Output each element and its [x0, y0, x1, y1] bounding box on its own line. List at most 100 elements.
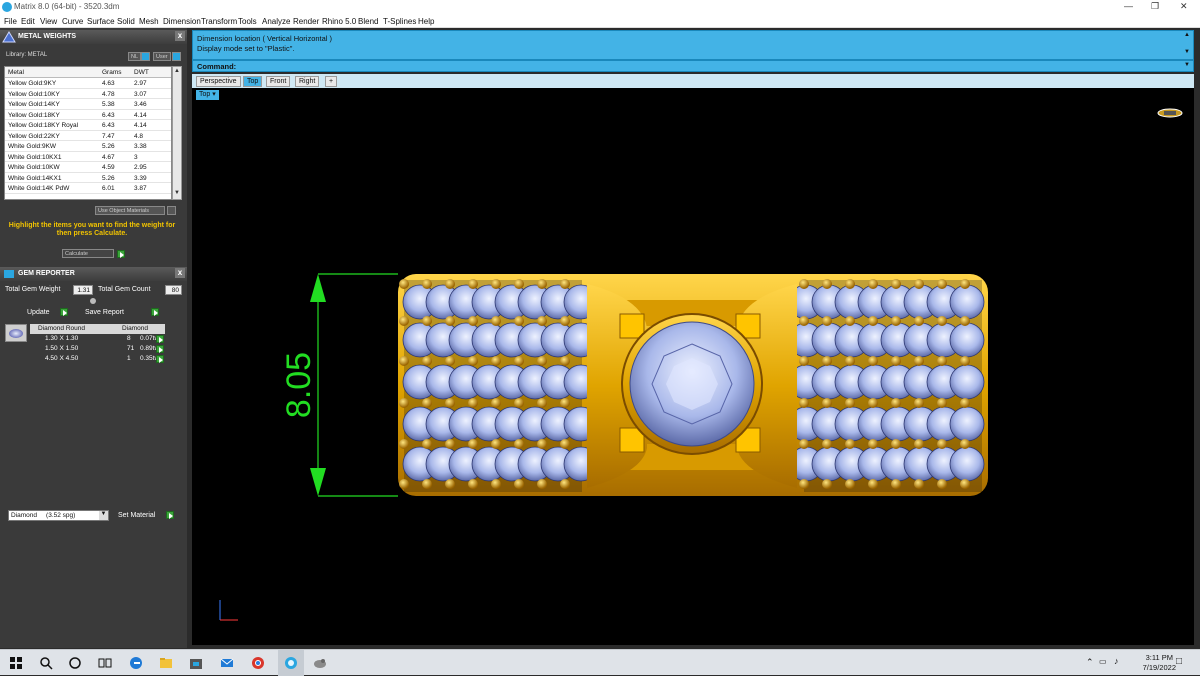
- menu-view[interactable]: View: [40, 17, 57, 26]
- viewport-top[interactable]: Top ▾ 8.05: [192, 88, 1194, 645]
- save-report-button[interactable]: [151, 308, 159, 316]
- menu-dimension[interactable]: Dimension: [163, 17, 201, 26]
- command-dropdown-icon[interactable]: ▼: [1184, 62, 1190, 68]
- rhino-icon[interactable]: [312, 655, 328, 671]
- calculate-button[interactable]: [117, 250, 125, 258]
- notifications-icon[interactable]: □: [1176, 656, 1182, 667]
- menu-help[interactable]: Help: [418, 17, 434, 26]
- close-gem-panel-icon[interactable]: x: [175, 268, 185, 278]
- scroll-down-icon[interactable]: ▼: [173, 190, 181, 198]
- menu-surface[interactable]: Surface: [87, 17, 115, 26]
- gem-row-select-button[interactable]: [156, 355, 164, 363]
- gold-bead: [445, 439, 455, 449]
- column-diamond-round[interactable]: Diamond Round: [38, 325, 85, 332]
- add-tab-icon[interactable]: +: [325, 76, 338, 87]
- mail-icon[interactable]: [219, 655, 235, 671]
- metal-row[interactable]: White Gold:14K PdW 6.01 3.87: [5, 183, 171, 194]
- tab-perspective[interactable]: Perspective: [196, 76, 241, 87]
- menu-blend[interactable]: Blend: [358, 17, 378, 26]
- chevron-down-icon[interactable]: ▼: [99, 511, 108, 520]
- gem-row[interactable]: 1.30 X 1.30 8 0.07tw: [30, 334, 165, 344]
- windows-start-icon[interactable]: [8, 655, 24, 671]
- close-icon[interactable]: ✕: [1180, 1, 1188, 12]
- gold-bead: [822, 479, 832, 489]
- metal-row[interactable]: White Gold:14KX1 5.26 3.39: [5, 173, 171, 183]
- use-object-materials-button[interactable]: Use Object Materials: [95, 206, 165, 215]
- user-button[interactable]: User: [153, 52, 171, 61]
- gem-row[interactable]: 1.50 X 1.50 71 0.89tw: [30, 344, 165, 354]
- menu-curve[interactable]: Curve: [62, 17, 83, 26]
- use-object-materials-toggle[interactable]: [167, 206, 176, 215]
- menu-edit[interactable]: Edit: [21, 17, 35, 26]
- store-icon[interactable]: [188, 655, 204, 671]
- set-material-button[interactable]: [166, 511, 174, 519]
- metal-row[interactable]: Yellow Gold:22KY 7.47 4.8: [5, 131, 171, 141]
- gem-thumbnail[interactable]: [5, 324, 27, 342]
- scroll-down-icon[interactable]: ▼: [1184, 49, 1190, 55]
- user-toggle[interactable]: [172, 52, 181, 61]
- task-view-icon[interactable]: [97, 655, 113, 671]
- menu-render[interactable]: Render: [293, 17, 319, 26]
- command-line[interactable]: Command: ▼: [192, 60, 1194, 72]
- chevron-up-icon[interactable]: ⌃: [1086, 657, 1094, 668]
- metal-row[interactable]: White Gold:10KX1 4.67 3: [5, 152, 171, 162]
- ring-model[interactable]: 8.05: [192, 88, 1194, 645]
- search-icon[interactable]: [38, 655, 54, 671]
- close-panel-icon[interactable]: x: [175, 31, 185, 41]
- tab-front[interactable]: Front: [266, 76, 291, 87]
- menu-analyze[interactable]: Analyze: [262, 17, 290, 26]
- dimension-annotation[interactable]: 8.05: [280, 273, 398, 497]
- gem-row-select-button[interactable]: [156, 345, 164, 353]
- maximize-icon[interactable]: ❐: [1151, 1, 1159, 12]
- gem-table[interactable]: Diamond Round Diamond 1.30 X 1.30 8 0.07tw…: [30, 324, 165, 364]
- tab-top[interactable]: Top: [243, 76, 263, 87]
- column-dwt[interactable]: DWT: [134, 69, 149, 76]
- metal-row[interactable]: Yellow Gold:9KY 4.63 2.97: [5, 78, 171, 89]
- menu-mesh[interactable]: Mesh: [139, 17, 159, 26]
- menu-tsplines[interactable]: T-Splines: [383, 17, 416, 26]
- column-metal[interactable]: Metal: [8, 69, 24, 76]
- volume-icon[interactable]: ♪: [1114, 656, 1119, 666]
- metal-row[interactable]: Yellow Gold:18KY Royal 6.43 4.14: [5, 120, 171, 131]
- edge-icon[interactable]: [128, 655, 144, 671]
- scroll-up-icon[interactable]: ▲: [1184, 32, 1190, 38]
- axis-gizmo: [219, 600, 238, 621]
- update-button[interactable]: [60, 308, 68, 316]
- metal-table[interactable]: Metal Grams DWT Yellow Gold:9KY 4.63 2.97 Y…: [4, 66, 172, 200]
- metal-row[interactable]: Yellow Gold:14KY 5.38 3.46: [5, 99, 171, 110]
- calculate-field[interactable]: Calculate: [62, 249, 114, 258]
- menu-solid[interactable]: Solid: [117, 17, 135, 26]
- metal-row[interactable]: Yellow Gold:18KY 6.43 4.14: [5, 110, 171, 120]
- cortana-icon[interactable]: [67, 655, 83, 671]
- metal-row[interactable]: Yellow Gold:10KY 4.78 3.07: [5, 89, 171, 99]
- nl-toggle[interactable]: [141, 52, 150, 61]
- column-grams[interactable]: Grams: [102, 69, 122, 76]
- menu-file[interactable]: File: [4, 17, 17, 26]
- matrix-app-taskbar-item[interactable]: [278, 650, 304, 676]
- scroll-up-icon[interactable]: ▲: [173, 68, 181, 76]
- gold-bead: [468, 279, 478, 289]
- chrome-icon[interactable]: [250, 655, 266, 671]
- menu-transform[interactable]: Transform: [201, 17, 237, 26]
- menu-tools[interactable]: Tools: [238, 17, 257, 26]
- metal-table-scrollbar[interactable]: ▲ ▼: [172, 66, 182, 200]
- metal-row[interactable]: White Gold:10KW 4.59 2.95: [5, 162, 171, 173]
- metal-grams: 4.59: [102, 164, 115, 171]
- material-select[interactable]: Diamond (3.52 spg) ▼: [8, 510, 109, 521]
- tab-right[interactable]: Right: [295, 76, 320, 87]
- column-diamond[interactable]: Diamond: [122, 325, 148, 332]
- gem-row-select-button[interactable]: [156, 335, 164, 343]
- file-explorer-icon[interactable]: [158, 655, 174, 671]
- metal-row[interactable]: White Gold:9KW 5.26 3.38: [5, 141, 171, 152]
- gem-row[interactable]: 4.50 X 4.50 1 0.35tw: [30, 354, 165, 364]
- menu-rhino[interactable]: Rhino 5.0: [322, 17, 356, 26]
- metal-dwt: 3.07: [134, 90, 147, 98]
- system-clock[interactable]: 3:11 PM 7/19/2022: [1143, 653, 1176, 673]
- nl-button[interactable]: NL: [128, 52, 142, 61]
- gold-bead: [799, 316, 809, 326]
- network-icon[interactable]: ▭: [1099, 657, 1107, 666]
- gold-bead: [799, 398, 809, 408]
- splitter-handle[interactable]: [90, 298, 96, 304]
- pave-diamond: [949, 446, 985, 482]
- minimize-icon[interactable]: —: [1124, 1, 1133, 11]
